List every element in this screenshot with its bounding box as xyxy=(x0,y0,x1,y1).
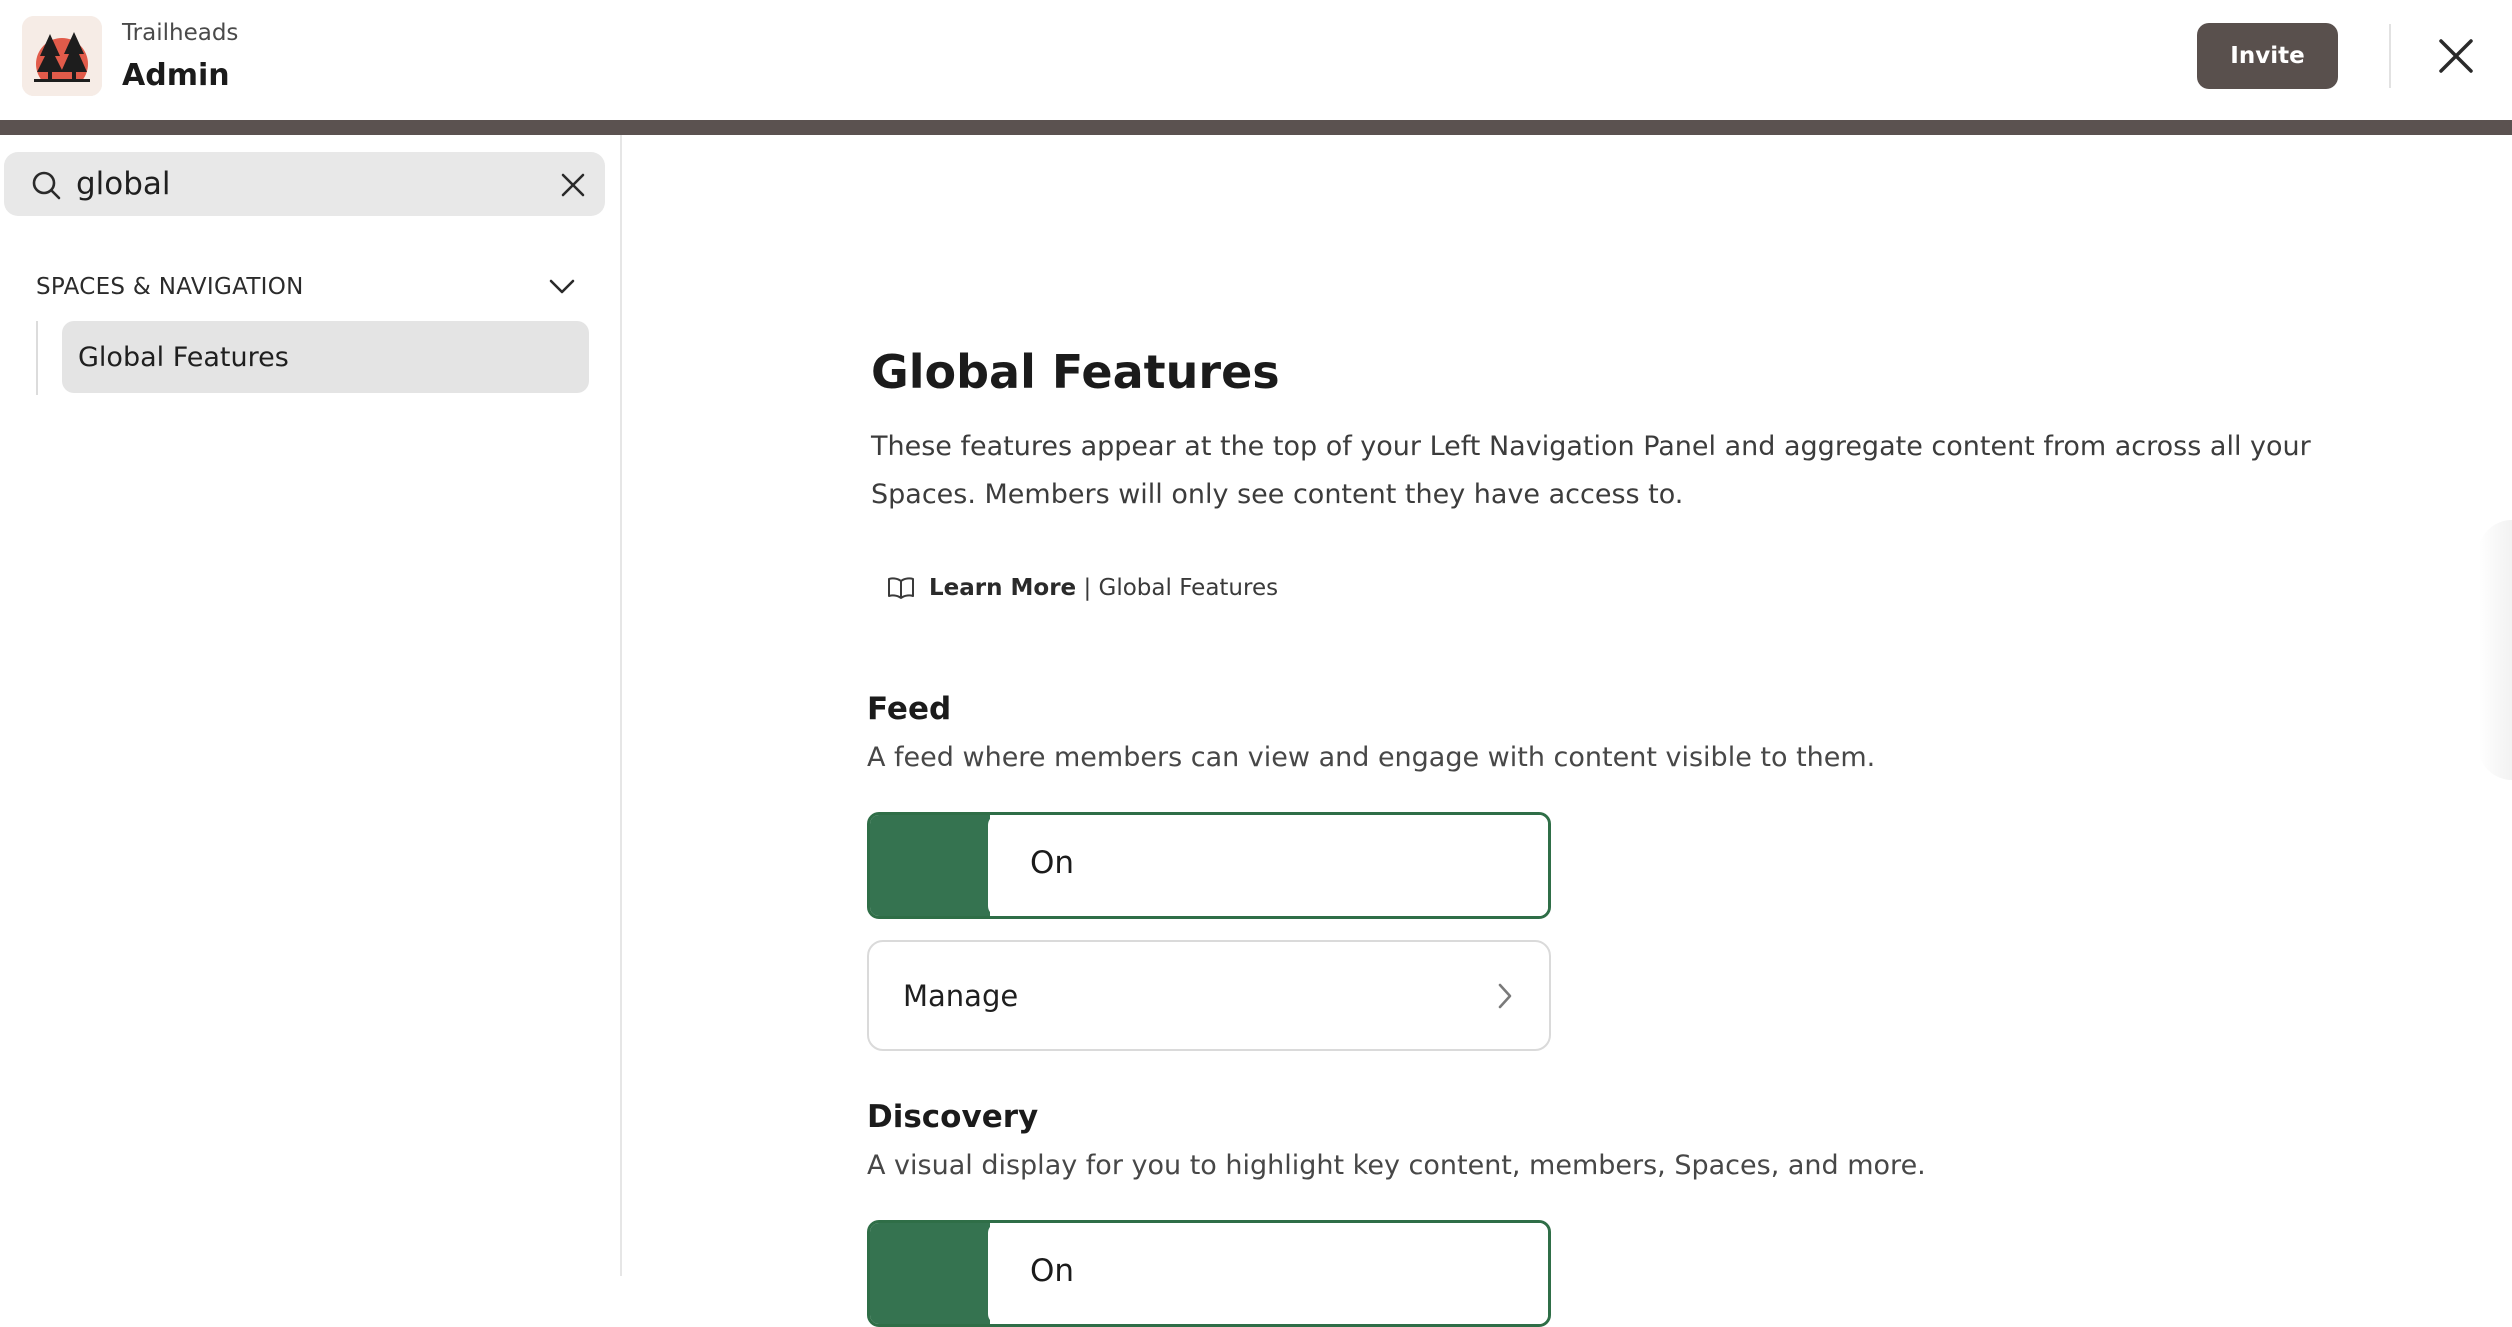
discovery-title: Discovery xyxy=(867,1099,1039,1135)
learn-more-bold: Learn More xyxy=(929,575,1077,601)
app-title: Admin xyxy=(122,58,230,93)
toggle-fill xyxy=(870,815,990,916)
sidebar: SPACES & NAVIGATION Global Features xyxy=(0,135,622,1276)
header-divider xyxy=(2389,24,2391,88)
main-content: Global Features These features appear at… xyxy=(624,135,2512,1327)
learn-more-link[interactable]: Learn More | Global Features xyxy=(887,575,1278,601)
section-header-spaces-navigation[interactable]: SPACES & NAVIGATION xyxy=(36,267,576,307)
trailheads-logo-icon xyxy=(22,16,102,96)
discovery-description: A visual display for you to highlight ke… xyxy=(867,1150,1926,1181)
search-icon xyxy=(32,171,61,200)
section-title: SPACES & NAVIGATION xyxy=(36,274,304,300)
edge-shadow xyxy=(2478,520,2512,780)
close-icon xyxy=(2439,39,2473,73)
manage-label: Manage xyxy=(903,978,1019,1013)
feed-description: A feed where members can view and engage… xyxy=(867,742,1876,773)
close-button[interactable] xyxy=(2430,30,2482,82)
tree-line xyxy=(36,321,38,395)
discovery-toggle-label: On xyxy=(1030,1253,1075,1289)
top-bar: Trailheads Admin Invite xyxy=(0,0,2512,120)
accent-bar xyxy=(0,120,2512,135)
feed-toggle[interactable]: On xyxy=(867,812,1551,919)
chevron-right-icon xyxy=(1498,983,1512,1008)
search-input[interactable] xyxy=(76,162,536,206)
toggle-fill xyxy=(870,1223,990,1324)
sidebar-item-label: Global Features xyxy=(78,341,289,373)
feed-toggle-label: On xyxy=(1030,845,1075,881)
book-icon xyxy=(888,577,914,599)
chevron-down-icon xyxy=(549,279,575,294)
sidebar-item-global-features[interactable]: Global Features xyxy=(62,321,589,393)
clear-search-icon[interactable] xyxy=(559,171,587,199)
search-box[interactable] xyxy=(4,152,605,216)
page-title: Global Features xyxy=(871,345,1280,399)
feed-manage-button[interactable]: Manage xyxy=(867,940,1551,1051)
org-name: Trailheads xyxy=(122,20,239,46)
invite-button[interactable]: Invite xyxy=(2197,23,2338,89)
feed-title: Feed xyxy=(867,691,952,727)
learn-more-rest: | Global Features xyxy=(1076,575,1279,601)
page-description: These features appear at the top of your… xyxy=(871,431,2311,510)
discovery-toggle[interactable]: On xyxy=(867,1220,1551,1327)
